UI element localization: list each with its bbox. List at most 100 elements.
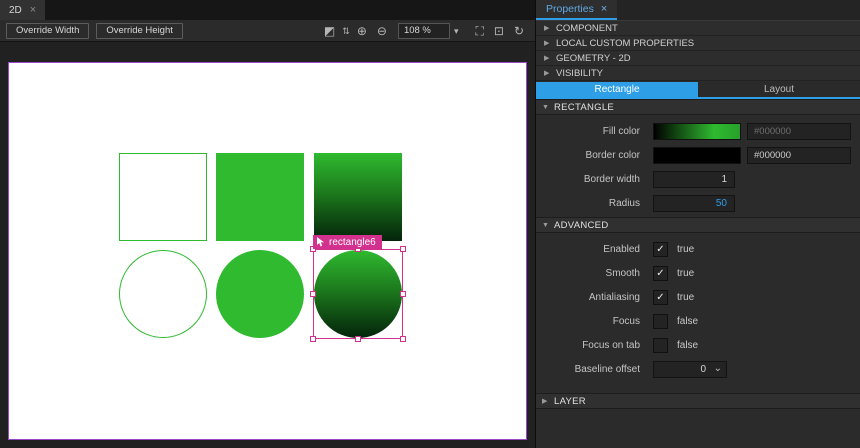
section-rectangle-header[interactable]: ▼ RECTANGLE [536, 99, 860, 115]
border-color-label: Border color [536, 150, 640, 161]
selection-handle-w[interactable] [310, 291, 316, 297]
override-width-button[interactable]: Override Width [6, 23, 89, 39]
border-color-row: Border color #000000 [536, 143, 860, 167]
smooth-row: Smooth ✓ true [536, 261, 860, 285]
tab-layout[interactable]: Layout [698, 82, 860, 97]
selection-label[interactable]: rectangle6 [313, 235, 382, 249]
section-visibility[interactable]: ▶ VISIBILITY [536, 66, 860, 81]
zoom-dropdown-icon[interactable]: ▾ [454, 23, 459, 39]
focus-row: Focus false [536, 309, 860, 333]
section-layer-header[interactable]: ▶ LAYER [536, 393, 860, 409]
selection-handle-sw[interactable] [310, 336, 316, 342]
radius-label: Radius [536, 198, 640, 209]
enabled-row: Enabled ✓ true [536, 237, 860, 261]
chevron-down-icon: ⌄ [714, 363, 722, 374]
section-local-custom-properties[interactable]: ▶ LOCAL CUSTOM PROPERTIES [536, 36, 860, 51]
section-advanced-title: ADVANCED [554, 220, 608, 231]
enabled-value: true [677, 244, 694, 255]
advanced-section-body: Enabled ✓ true Smooth ✓ true Antialiasin… [536, 233, 860, 383]
selection-handle-e[interactable] [400, 291, 406, 297]
shape-circle-solid[interactable] [216, 250, 304, 338]
antialiasing-checkbox[interactable]: ✓ [653, 290, 668, 305]
expanded-caret-icon: ▼ [542, 222, 554, 229]
enabled-checkbox[interactable]: ✓ [653, 242, 668, 257]
properties-panel: Properties × ▶ COMPONENT ▶ LOCAL CUSTOM … [535, 0, 860, 448]
focus-label: Focus [536, 316, 640, 327]
rectangle-section-body: Fill color #000000 Border color #000000 … [536, 115, 860, 217]
collapsed-caret-icon: ▶ [544, 69, 556, 77]
section-geometry-2d-label: GEOMETRY - 2D [556, 53, 631, 64]
section-component[interactable]: ▶ COMPONENT [536, 21, 860, 36]
focus-on-tab-checkbox[interactable] [653, 338, 668, 353]
focus-on-tab-label: Focus on tab [536, 340, 640, 351]
antialiasing-value: true [677, 292, 694, 303]
canvas-toolbar: Override Width Override Height ◩ ⇅ ⊕ ⊖ 1… [0, 20, 535, 42]
border-color-swatch[interactable] [653, 147, 741, 164]
fill-color-hex-field[interactable]: #000000 [747, 123, 851, 140]
section-component-label: COMPONENT [556, 23, 618, 34]
collapsed-caret-icon: ▶ [544, 54, 556, 62]
override-height-button[interactable]: Override Height [96, 23, 183, 39]
document-tabbar: 2D × [0, 0, 535, 20]
tab-properties-close-icon[interactable]: × [601, 3, 607, 15]
fit-screen-icon[interactable]: ⛶ [475, 23, 483, 39]
zoom-level-field[interactable]: 108 % [398, 23, 450, 39]
artboard[interactable]: rectangle6 [8, 62, 527, 440]
antialiasing-label: Antialiasing [536, 292, 640, 303]
baseline-offset-value: 0 [700, 364, 706, 375]
shape-square-outline[interactable] [119, 153, 207, 241]
shape-circle-gradient-selected[interactable] [314, 250, 402, 338]
properties-tabbar: Properties × [536, 0, 860, 21]
baseline-offset-label: Baseline offset [536, 364, 640, 375]
canvas-area[interactable]: rectangle6 [0, 42, 535, 448]
fill-color-swatch[interactable] [653, 123, 741, 140]
baseline-offset-row: Baseline offset 0 ⌄ [536, 357, 860, 381]
tab-rectangle[interactable]: Rectangle [536, 82, 698, 97]
section-advanced-header[interactable]: ▼ ADVANCED [536, 217, 860, 233]
zoom-out-icon[interactable]: ⊖ [377, 23, 387, 39]
radius-row: Radius 50 [536, 191, 860, 215]
zoom-selection-icon[interactable]: ⊡ [494, 23, 504, 39]
radius-field[interactable]: 50 [653, 195, 735, 212]
selection-handle-s[interactable] [355, 336, 361, 342]
enabled-label: Enabled [536, 244, 640, 255]
selection-handle-ne[interactable] [400, 246, 406, 252]
shape-square-solid[interactable] [216, 153, 304, 241]
background-toggle-icon[interactable]: ◩ [324, 23, 335, 39]
checkmark-icon: ✓ [656, 292, 664, 303]
zoom-in-icon[interactable]: ⊕ [357, 23, 367, 39]
section-local-custom-properties-label: LOCAL CUSTOM PROPERTIES [556, 38, 694, 49]
tab-close-icon[interactable]: × [30, 4, 36, 16]
toolbar-icon-group: ◩ ⇅ ⊕ ⊖ 108 % ▾ ⛶ ⊡ ↻ [319, 23, 529, 39]
shape-square-gradient[interactable] [314, 153, 402, 241]
smooth-value: true [677, 268, 694, 279]
background-cycle-icon[interactable]: ⇅ [342, 23, 350, 39]
section-geometry-2d[interactable]: ▶ GEOMETRY - 2D [536, 51, 860, 66]
smooth-checkbox[interactable]: ✓ [653, 266, 668, 281]
shape-circle-outline[interactable] [119, 250, 207, 338]
tab-2d[interactable]: 2D × [0, 0, 45, 20]
fill-color-label: Fill color [536, 126, 640, 137]
focus-on-tab-value: false [677, 340, 698, 351]
section-layer-title: LAYER [554, 396, 586, 407]
reload-view-icon[interactable]: ↻ [514, 23, 524, 39]
tab-2d-label: 2D [9, 5, 22, 16]
border-color-hex-field[interactable]: #000000 [747, 147, 851, 164]
focus-on-tab-row: Focus on tab false [536, 333, 860, 357]
selection-handle-se[interactable] [400, 336, 406, 342]
tab-properties[interactable]: Properties × [536, 0, 617, 20]
baseline-offset-spinner[interactable]: 0 ⌄ [653, 361, 727, 378]
property-mode-tabs: Rectangle Layout [536, 82, 860, 99]
section-visibility-label: VISIBILITY [556, 68, 603, 79]
application-window: 2D × Override Width Override Height ◩ ⇅ … [0, 0, 860, 448]
fill-color-row: Fill color #000000 [536, 119, 860, 143]
cursor-icon [316, 237, 325, 247]
border-width-field[interactable]: 1 [653, 171, 735, 188]
focus-value: false [677, 316, 698, 327]
focus-checkbox[interactable] [653, 314, 668, 329]
antialiasing-row: Antialiasing ✓ true [536, 285, 860, 309]
collapsed-caret-icon: ▶ [542, 397, 554, 405]
selected-shape-wrapper[interactable]: rectangle6 [314, 250, 402, 338]
collapsed-caret-icon: ▶ [544, 39, 556, 47]
border-width-label: Border width [536, 174, 640, 185]
